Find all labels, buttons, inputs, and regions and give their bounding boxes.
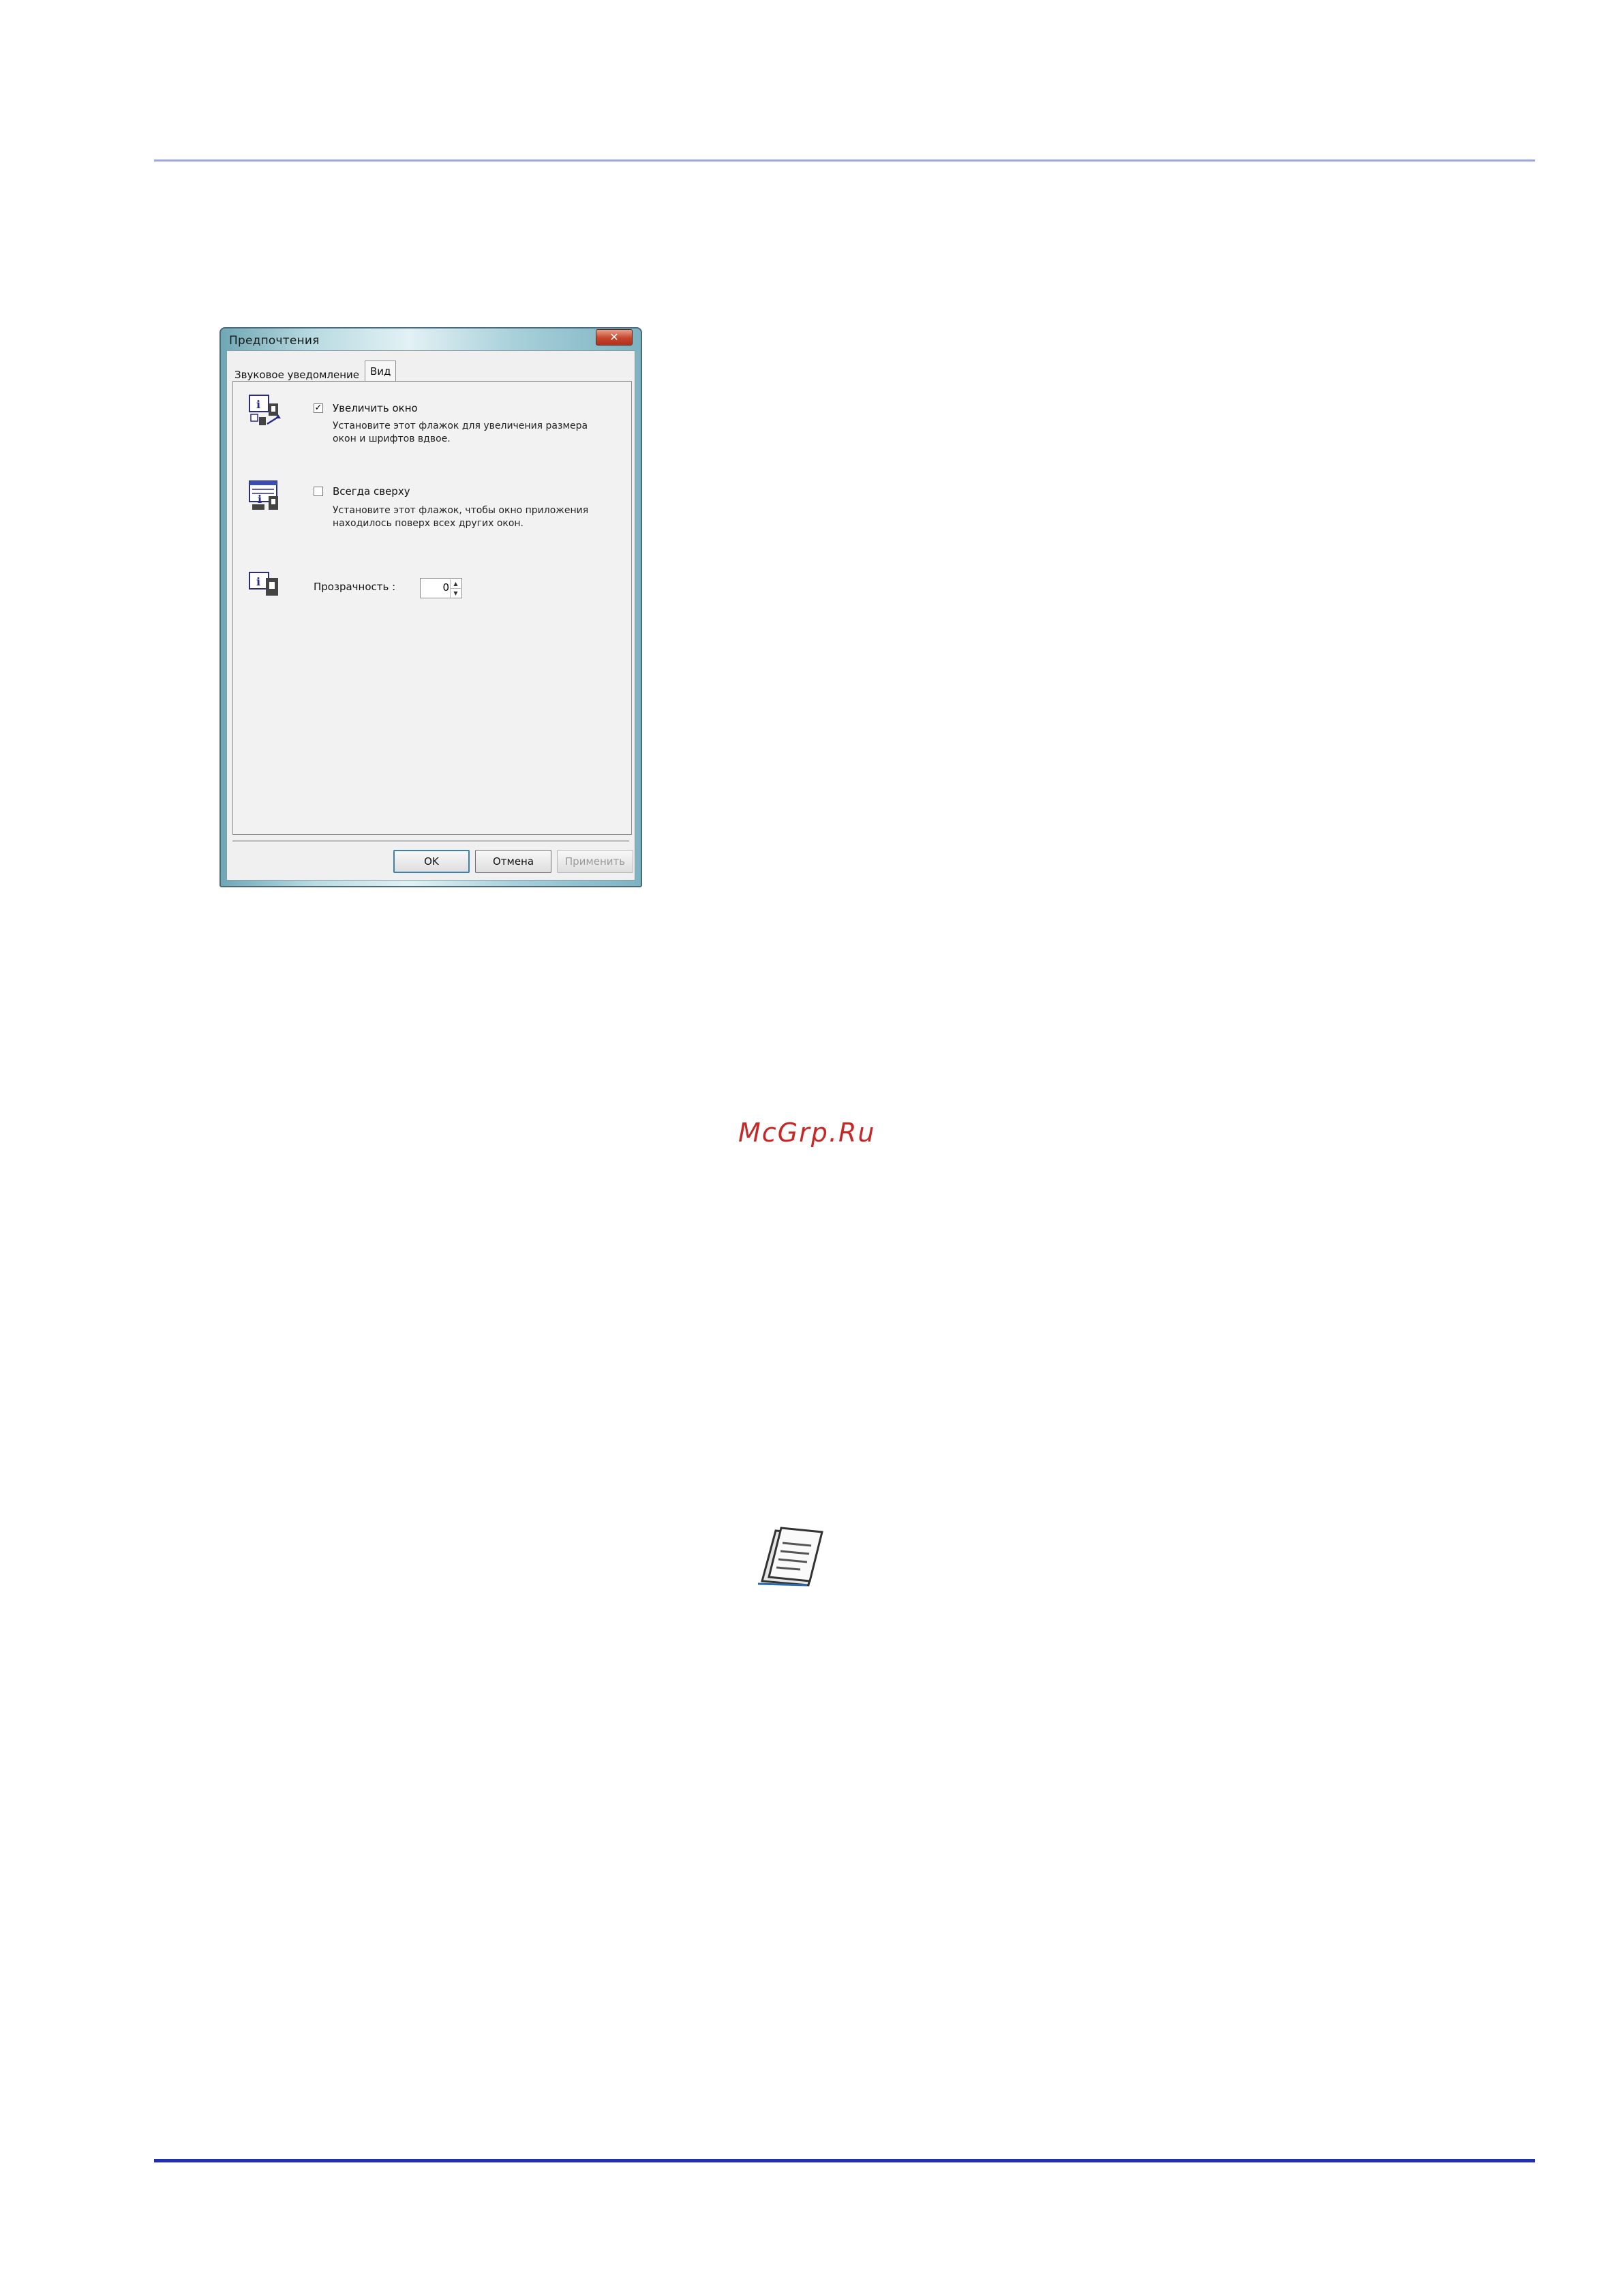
transparency-value: 0 xyxy=(442,581,449,594)
dialog-client-area: Звуковое уведомление Вид i ✓ Увеличить о… xyxy=(226,350,635,881)
close-button[interactable]: ✕ xyxy=(596,329,633,346)
always-on-top-icon: i xyxy=(249,480,278,510)
spin-down-icon[interactable]: ▼ xyxy=(450,588,461,598)
always-on-top-checkbox[interactable] xyxy=(314,487,323,496)
transparency-spinner[interactable]: 0 ▲ ▼ xyxy=(420,578,462,598)
always-on-top-description: находилось поверх всех других окон. xyxy=(333,518,524,529)
ok-button[interactable]: OK xyxy=(393,850,470,873)
svg-text:i: i xyxy=(256,398,260,411)
footer-rule xyxy=(154,2159,1535,2162)
tab-view[interactable]: Вид xyxy=(365,361,397,381)
preferences-dialog: Предпочтения ✕ Звуковое уведомление Вид … xyxy=(219,327,642,887)
dialog-titlebar[interactable]: Предпочтения ✕ xyxy=(221,328,641,350)
zoom-window-checkbox[interactable]: ✓ xyxy=(314,403,323,413)
watermark-text: McGrp.Ru xyxy=(738,1118,876,1148)
tab-label: Вид xyxy=(370,365,391,378)
always-on-top-label: Всегда сверху xyxy=(333,485,410,498)
zoom-window-description: окон и шрифтов вдвое. xyxy=(333,433,451,444)
svg-text:i: i xyxy=(258,493,262,506)
dialog-title: Предпочтения xyxy=(229,334,320,348)
spin-up-icon[interactable]: ▲ xyxy=(450,579,461,588)
close-icon: ✕ xyxy=(609,331,619,343)
button-separator xyxy=(232,840,629,842)
apply-button[interactable]: Применить xyxy=(557,850,633,873)
cancel-button[interactable]: Отмена xyxy=(475,850,551,873)
header-rule xyxy=(154,159,1535,162)
zoom-window-icon: i xyxy=(249,395,281,425)
always-on-top-description: Установите этот флажок, чтобы окно прило… xyxy=(333,505,589,516)
transparency-label: Прозрачность : xyxy=(314,581,396,593)
tab-label: Звуковое уведомление xyxy=(234,369,359,381)
zoom-window-label: Увеличить окно xyxy=(333,402,418,414)
transparency-icon: i xyxy=(249,572,278,596)
view-tab-panel: i ✓ Увеличить окно Установите этот флажо… xyxy=(232,381,632,835)
zoom-window-description: Установите этот флажок для увеличения ра… xyxy=(333,420,588,431)
note-icon xyxy=(757,1527,823,1587)
svg-text:i: i xyxy=(256,575,260,588)
